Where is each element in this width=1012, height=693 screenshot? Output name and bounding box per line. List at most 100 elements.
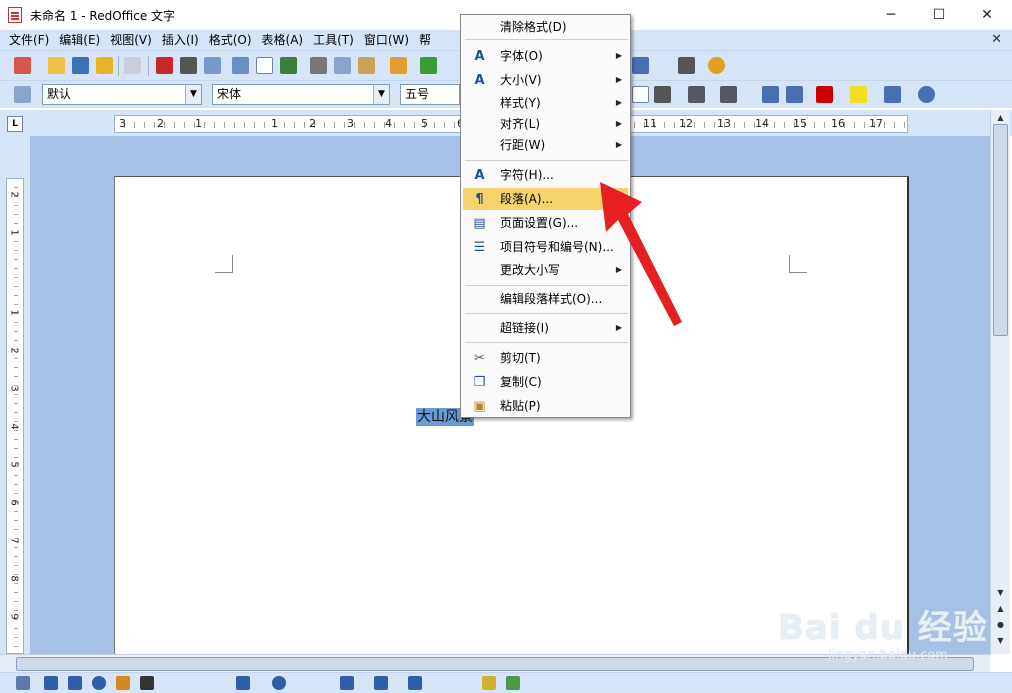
menu-item-align[interactable]: 对齐(L) ▶ <box>463 113 628 135</box>
minimize-button[interactable]: ─ <box>868 0 914 30</box>
symbol-shapes-icon[interactable] <box>272 676 286 690</box>
print-preview-icon[interactable] <box>204 57 221 74</box>
print-icon[interactable] <box>180 57 197 74</box>
menu-item-label: 页面设置(G)... <box>500 216 579 230</box>
fontwork-icon[interactable] <box>482 676 496 690</box>
save-icon[interactable] <box>72 57 89 74</box>
menu-item-style[interactable]: 样式(Y) ▶ <box>463 92 628 114</box>
auto-spellcheck-icon[interactable] <box>256 57 273 74</box>
paragraph-style-combo[interactable]: 默认 ▼ <box>42 84 202 105</box>
bullets-icon: ☰ <box>473 240 486 255</box>
styles-window-icon[interactable] <box>14 86 31 103</box>
menu-item-label: 粘贴(P) <box>500 399 541 413</box>
menu-item-line-spacing[interactable]: 行距(W) ▶ <box>463 134 628 156</box>
vertical-scroll-thumb[interactable] <box>993 124 1008 336</box>
menu-item-label: 字符(H)... <box>500 168 554 182</box>
spellcheck-icon[interactable] <box>232 57 249 74</box>
numbering-icon[interactable] <box>688 86 705 103</box>
increase-indent-icon[interactable] <box>786 86 803 103</box>
menu-item-size[interactable]: A 大小(V) ▶ <box>463 69 628 91</box>
menu-window[interactable]: 窗口(W) <box>359 30 414 50</box>
chevron-down-icon[interactable]: ▼ <box>185 85 201 104</box>
new-document-icon[interactable] <box>14 57 31 74</box>
callouts-icon[interactable] <box>374 676 388 690</box>
email-icon[interactable] <box>96 57 113 74</box>
toolbar-separator <box>148 56 149 76</box>
basic-shapes-icon[interactable] <box>236 676 250 690</box>
text-tool-icon[interactable] <box>140 676 154 690</box>
ruler-label: 12 <box>679 117 693 130</box>
chevron-down-icon[interactable]: ▼ <box>373 85 389 104</box>
help-icon[interactable] <box>708 57 725 74</box>
font-effects-icon[interactable] <box>918 86 935 103</box>
menu-item-cut[interactable]: ✂ 剪切(T) <box>463 347 628 369</box>
open-icon[interactable] <box>48 57 65 74</box>
menu-tools[interactable]: 工具(T) <box>308 30 359 50</box>
font-color-icon[interactable] <box>816 86 833 103</box>
edit-file-icon[interactable] <box>124 57 141 74</box>
font-name-combo[interactable]: 宋体 ▼ <box>212 84 390 105</box>
background-color-icon[interactable] <box>884 86 901 103</box>
ruler-label: 9 <box>8 613 20 620</box>
menu-item-label: 段落(A)... <box>500 192 554 206</box>
vertical-ruler[interactable]: 2 1 1 2 3 4 5 6 7 8 9 <box>6 178 24 654</box>
menu-insert[interactable]: 插入(I) <box>157 30 204 50</box>
vertical-scrollbar[interactable]: ▲ ▼ ▲ ● ▼ <box>990 110 1010 654</box>
submenu-arrow-icon: ▶ <box>615 140 622 149</box>
menu-separator <box>465 160 628 161</box>
paragraph-icon: ¶ <box>475 192 484 207</box>
ruler-label: 3 <box>119 117 126 130</box>
format-paintbrush-icon[interactable] <box>390 57 407 74</box>
stars-icon[interactable] <box>408 676 422 690</box>
select-arrow-icon[interactable] <box>16 676 30 690</box>
line-spacing-icon[interactable] <box>654 86 671 103</box>
line-tool-icon[interactable] <box>44 676 58 690</box>
undo-icon[interactable] <box>420 57 437 74</box>
menu-edit[interactable]: 编辑(E) <box>54 30 105 50</box>
submenu-arrow-icon: ▶ <box>615 51 622 60</box>
zoom-icon[interactable] <box>678 57 695 74</box>
scroll-down-icon[interactable]: ▼ <box>993 586 1008 599</box>
menu-table[interactable]: 表格(A) <box>257 30 309 50</box>
ruler-label: 13 <box>717 117 731 130</box>
tab-stop-button[interactable]: L <box>7 116 23 132</box>
scroll-up-icon[interactable]: ▲ <box>993 111 1008 124</box>
document-close-icon[interactable]: ✕ <box>991 30 1002 50</box>
menu-item-paste[interactable]: ▣ 粘贴(P) <box>463 395 628 417</box>
baidu-watermark-url: jingyan.baidu.com <box>828 648 948 663</box>
navigator-icon[interactable] <box>632 57 649 74</box>
menu-item-label: 对齐(L) <box>500 117 541 131</box>
copy-toolbar-icon[interactable] <box>334 57 351 74</box>
highlight-icon[interactable] <box>850 86 867 103</box>
close-button[interactable]: ✕ <box>964 0 1010 30</box>
menu-item-font[interactable]: A 字体(O) ▶ <box>463 45 628 67</box>
ruler-label: 5 <box>421 117 428 130</box>
insert-image-icon[interactable] <box>506 676 520 690</box>
justify-icon[interactable] <box>632 86 649 103</box>
menu-file[interactable]: 文件(F) <box>4 30 54 50</box>
menu-item-label: 大小(V) <box>500 73 542 87</box>
bullets-toolbar-icon[interactable] <box>720 86 737 103</box>
ruler-label: 15 <box>793 117 807 130</box>
cut-toolbar-icon[interactable] <box>310 57 327 74</box>
paste-toolbar-icon[interactable] <box>358 57 375 74</box>
menu-help[interactable]: 帮 <box>414 30 436 50</box>
font-size-combo[interactable]: 五号 <box>400 84 460 105</box>
maximize-button[interactable]: ☐ <box>916 0 962 30</box>
freeform-tool-icon[interactable] <box>116 676 130 690</box>
ellipse-tool-icon[interactable] <box>92 676 106 690</box>
rectangle-tool-icon[interactable] <box>68 676 82 690</box>
decrease-indent-icon[interactable] <box>762 86 779 103</box>
thesaurus-icon[interactable] <box>280 57 297 74</box>
font-size-value: 五号 <box>405 87 430 101</box>
export-pdf-icon[interactable] <box>156 57 173 74</box>
menu-item-clear-formatting[interactable]: 清除格式(D) <box>463 16 628 38</box>
ruler-label: 16 <box>831 117 845 130</box>
menu-item-copy[interactable]: ❐ 复制(C) <box>463 371 628 393</box>
menu-view[interactable]: 视图(V) <box>105 30 157 50</box>
flowchart-icon[interactable] <box>340 676 354 690</box>
window-title: 未命名 1 - RedOffice 文字 <box>30 8 176 23</box>
menu-format[interactable]: 格式(O) <box>204 30 257 50</box>
menu-item-label: 清除格式(D) <box>500 20 567 34</box>
cut-icon: ✂ <box>474 351 485 366</box>
